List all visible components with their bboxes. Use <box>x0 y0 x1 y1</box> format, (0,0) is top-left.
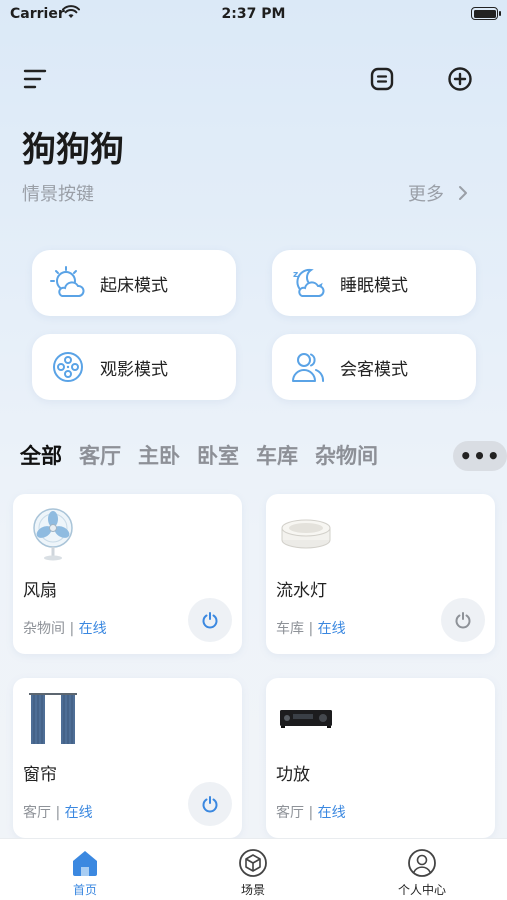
bottom-tab-bar: 首页 场景 个人中心 <box>0 838 507 900</box>
amplifier-image <box>280 710 332 728</box>
device-meta: 车库 | 在线 <box>276 618 346 638</box>
section-subtitle: 情景按键 <box>22 184 94 205</box>
tab-storage-room[interactable]: 杂物间 <box>315 440 378 470</box>
tab-living-room[interactable]: 客厅 <box>79 440 121 470</box>
status-bar: Carrier 2:37 PM <box>0 0 507 30</box>
device-card-curtain[interactable]: 窗帘 客厅 | 在线 <box>13 678 242 838</box>
scene-label: 会客模式 <box>340 359 408 380</box>
scene-guest[interactable]: 会客模式 <box>272 334 476 400</box>
device-name: 功放 <box>276 765 310 785</box>
scene-label: 观影模式 <box>100 359 168 380</box>
user-circle-icon <box>407 847 437 879</box>
power-button[interactable] <box>188 782 232 826</box>
message-icon <box>370 67 394 91</box>
meta-separator: | <box>304 805 318 821</box>
meta-separator: | <box>51 805 65 821</box>
power-icon <box>455 612 471 629</box>
room-tabs: 全部 客厅 主卧 卧室 车库 杂物间 <box>20 440 378 470</box>
device-room: 车库 <box>276 621 304 637</box>
led-strip-image <box>281 519 331 549</box>
moon-cloud-icon: z <box>290 265 326 301</box>
tabbar-label: 首页 <box>72 883 97 897</box>
device-name: 流水灯 <box>276 581 327 601</box>
device-meta: 客厅 | 在线 <box>276 802 346 822</box>
fan-image <box>33 508 73 561</box>
film-reel-icon <box>50 349 86 385</box>
home-icon <box>70 847 100 879</box>
meta-separator: | <box>304 621 318 637</box>
chevron-right-icon <box>459 186 467 200</box>
status-time: 2:37 PM <box>221 6 286 22</box>
device-card-amplifier[interactable]: 功放 客厅 | 在线 <box>266 678 495 838</box>
scene-label: 睡眠模式 <box>340 275 408 296</box>
scene-sleep[interactable]: z 睡眠模式 <box>272 250 476 316</box>
power-icon <box>202 796 218 813</box>
device-room: 杂物间 <box>23 621 65 637</box>
sunrise-cloud-icon <box>50 265 86 301</box>
device-meta: 客厅 | 在线 <box>23 802 93 822</box>
tab-bedroom[interactable]: 卧室 <box>197 440 239 470</box>
scene-label: 起床模式 <box>100 275 168 296</box>
svg-text:z: z <box>293 270 298 280</box>
tabbar-home[interactable]: 首页 <box>25 839 145 900</box>
plus-circle-icon <box>448 67 472 91</box>
battery-icon <box>471 7 501 20</box>
more-link[interactable]: 更多 <box>408 180 468 206</box>
device-room: 客厅 <box>276 805 304 821</box>
power-button[interactable] <box>188 598 232 642</box>
meta-separator: | <box>65 621 79 637</box>
tab-master-bedroom[interactable]: 主卧 <box>138 440 180 470</box>
message-button[interactable] <box>365 62 399 96</box>
device-card-led-strip[interactable]: 流水灯 车库 | 在线 <box>266 494 495 654</box>
device-room: 客厅 <box>23 805 51 821</box>
tabbar-label: 个人中心 <box>397 883 446 897</box>
device-name: 窗帘 <box>23 765 57 785</box>
power-button[interactable] <box>441 598 485 642</box>
device-status: 在线 <box>317 805 346 821</box>
device-meta: 杂物间 | 在线 <box>23 618 107 638</box>
device-card-fan[interactable]: 风扇 杂物间 | 在线 <box>13 494 242 654</box>
scene-wake-up[interactable]: 起床模式 <box>32 250 236 316</box>
device-status: 在线 <box>64 805 93 821</box>
more-label: 更多 <box>408 184 444 205</box>
cube-icon <box>238 847 268 879</box>
add-button[interactable] <box>443 62 477 96</box>
menu-icon <box>23 69 47 89</box>
tabbar-profile[interactable]: 个人中心 <box>362 839 482 900</box>
tabbar-scenes[interactable]: 场景 <box>193 839 313 900</box>
curtain-image <box>29 693 77 744</box>
device-status: 在线 <box>317 621 346 637</box>
device-name: 风扇 <box>23 581 57 601</box>
rooms-more-button[interactable]: ••• <box>453 441 507 471</box>
device-status: 在线 <box>78 621 107 637</box>
tab-garage[interactable]: 车库 <box>256 440 298 470</box>
scene-movie[interactable]: 观影模式 <box>32 334 236 400</box>
people-icon <box>290 349 326 385</box>
tabbar-label: 场景 <box>240 883 265 897</box>
tab-all[interactable]: 全部 <box>20 440 62 470</box>
power-icon <box>202 612 218 629</box>
page-title: 狗狗狗 <box>22 130 124 170</box>
menu-button[interactable] <box>18 62 52 96</box>
